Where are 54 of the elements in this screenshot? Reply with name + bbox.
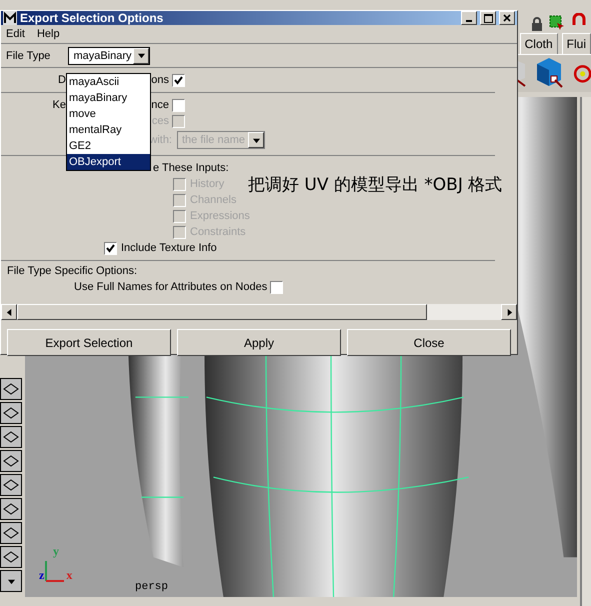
axis-label: y xyxy=(53,544,59,559)
checkbox[interactable] xyxy=(172,98,185,112)
caret-icon xyxy=(138,52,145,59)
layout-icon[interactable] xyxy=(0,546,22,568)
scroll-left-button[interactable] xyxy=(1,304,17,320)
option-label: ons xyxy=(151,74,169,86)
option-label: Include Texture Info xyxy=(121,242,217,254)
option-label: Ke xyxy=(52,99,66,111)
layout-icon[interactable] xyxy=(0,522,22,544)
left-arrow-icon xyxy=(6,308,12,316)
dialog-button[interactable]: Export Selection xyxy=(7,329,171,356)
shelf-tab[interactable]: Cloth xyxy=(520,32,558,54)
layout-icon[interactable] xyxy=(0,498,22,520)
shelf-tab[interactable]: Flui xyxy=(562,32,591,54)
right-arrow-icon xyxy=(506,308,512,316)
dialog-button[interactable]: Close xyxy=(347,329,511,356)
select-icon[interactable] xyxy=(549,14,565,31)
checkbox[interactable] xyxy=(172,74,185,86)
caret-icon xyxy=(252,136,260,144)
scroll-thumb[interactable] xyxy=(17,304,427,320)
dialog-button[interactable]: Apply xyxy=(177,329,341,356)
option-label: D xyxy=(57,74,66,86)
menu-item[interactable]: Edit xyxy=(6,28,25,40)
annotation-text: 把调好 UV 的模型导出 *OBJ 格式 xyxy=(248,174,502,196)
axis-label: z xyxy=(39,568,44,583)
option-label: Use Full Names for Attributes on Nodes xyxy=(74,281,268,293)
close-icon xyxy=(503,14,511,22)
dropdown-option[interactable]: OBJexport xyxy=(67,154,150,170)
window-title: Export Selection Options xyxy=(20,11,164,25)
maximize-button[interactable] xyxy=(480,11,496,25)
scroll-right-button[interactable] xyxy=(501,304,517,320)
close-button[interactable] xyxy=(499,11,515,25)
layout-icon[interactable] xyxy=(0,450,22,472)
layout-icon[interactable] xyxy=(0,426,22,448)
option-label: nce xyxy=(151,99,169,111)
option-label: e These Inputs: xyxy=(153,162,229,174)
axis-label: x xyxy=(66,568,72,583)
section-title: File Type Specific Options: xyxy=(7,265,138,277)
layout-icon[interactable] xyxy=(0,402,22,424)
maximize-icon xyxy=(484,14,492,22)
dropdown-button[interactable] xyxy=(0,570,22,592)
app-icon xyxy=(3,11,17,25)
layout-icon[interactable] xyxy=(0,474,22,496)
caret-icon xyxy=(8,578,14,584)
lock-icon[interactable] xyxy=(531,16,543,31)
camera-label: persp xyxy=(135,581,168,593)
layout-icon[interactable] xyxy=(0,378,22,400)
file-type-dropdown[interactable]: mayaBinary xyxy=(68,46,150,64)
menu-item[interactable]: Help xyxy=(36,28,60,40)
checkbox[interactable] xyxy=(270,280,284,294)
minimize-button[interactable] xyxy=(461,11,477,25)
field-label: File Type xyxy=(6,50,50,62)
scrollbar[interactable] xyxy=(1,304,517,320)
checkbox[interactable] xyxy=(104,242,117,254)
